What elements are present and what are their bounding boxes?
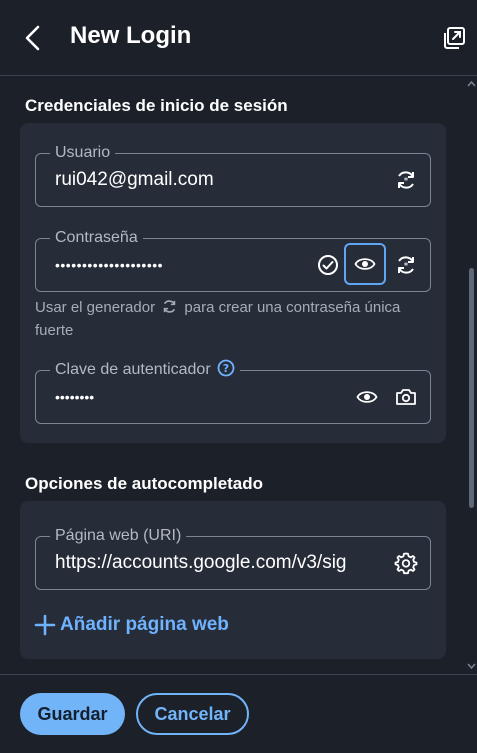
uri-value[interactable]: https://accounts.google.com/v3/sig: [55, 552, 377, 574]
toggle-totp-visibility-button[interactable]: [352, 382, 382, 412]
popout-button[interactable]: [440, 24, 468, 52]
page-title: New Login: [70, 22, 192, 49]
credentials-card: Usuario rui042@gmail.com * Contraseña ••…: [20, 123, 446, 443]
password-label: Contraseña: [50, 227, 143, 249]
plus-icon: [34, 614, 56, 636]
scrollbar-thumb[interactable]: [469, 268, 474, 508]
username-value[interactable]: rui042@gmail.com: [55, 169, 214, 191]
svg-text:*: *: [404, 177, 409, 187]
scroll-up-icon[interactable]: [467, 80, 476, 88]
username-label: Usuario: [50, 142, 116, 164]
totp-label: Clave de autenticador: [55, 361, 211, 378]
check-circle-icon: [318, 255, 338, 275]
gear-icon: [394, 552, 418, 575]
generate-password-button[interactable]: *: [391, 250, 421, 280]
add-website-button[interactable]: Añadir página web: [34, 612, 229, 638]
header: New Login: [0, 0, 477, 76]
generator-hint-before: Usar el generador: [35, 299, 156, 316]
camera-icon: [396, 389, 416, 405]
generate-icon: *: [398, 256, 414, 274]
eye-icon: [356, 391, 378, 403]
uri-field[interactable]: Página web (URI) https://accounts.google…: [35, 525, 431, 590]
username-field[interactable]: Usuario rui042@gmail.com *: [35, 142, 431, 207]
totp-label-wrap: Clave de autenticador ?: [50, 359, 241, 381]
back-button[interactable]: [18, 22, 50, 54]
generator-hint: Usar el generador para crear una contras…: [35, 298, 435, 341]
generate-username-button[interactable]: *: [391, 165, 421, 195]
scroll-content: Credenciales de inicio de sesión Usuario…: [0, 76, 466, 674]
password-value[interactable]: ••••••••••••••••••••: [55, 257, 163, 273]
scroll-down-icon[interactable]: [467, 662, 476, 670]
add-website-label: Añadir página web: [60, 614, 229, 635]
autofill-section-title: Opciones de autocompletado: [25, 474, 264, 493]
credentials-section-title: Credenciales de inicio de sesión: [25, 96, 288, 115]
footer: Guardar Cancelar: [0, 674, 477, 753]
svg-text:*: *: [404, 262, 409, 272]
totp-field[interactable]: Clave de autenticador ? ••••••••: [35, 359, 431, 424]
totp-value[interactable]: ••••••••: [55, 389, 94, 405]
check-password-button[interactable]: [313, 250, 343, 280]
password-field[interactable]: Contraseña •••••••••••••••••••• *: [35, 227, 431, 292]
generate-inline-icon: [161, 298, 178, 321]
popout-icon: [444, 27, 465, 49]
svg-text:?: ?: [223, 362, 229, 375]
cancel-button[interactable]: Cancelar: [136, 693, 249, 735]
uri-label: Página web (URI): [50, 525, 187, 547]
scan-qr-button[interactable]: [391, 382, 421, 412]
generate-icon: *: [398, 171, 414, 189]
uri-options-button[interactable]: [391, 548, 421, 578]
help-icon[interactable]: ?: [217, 359, 235, 377]
toggle-password-visibility-button[interactable]: [344, 243, 386, 285]
save-button[interactable]: Guardar: [20, 693, 125, 735]
eye-icon: [354, 258, 376, 270]
chevron-left-icon: [25, 25, 40, 51]
